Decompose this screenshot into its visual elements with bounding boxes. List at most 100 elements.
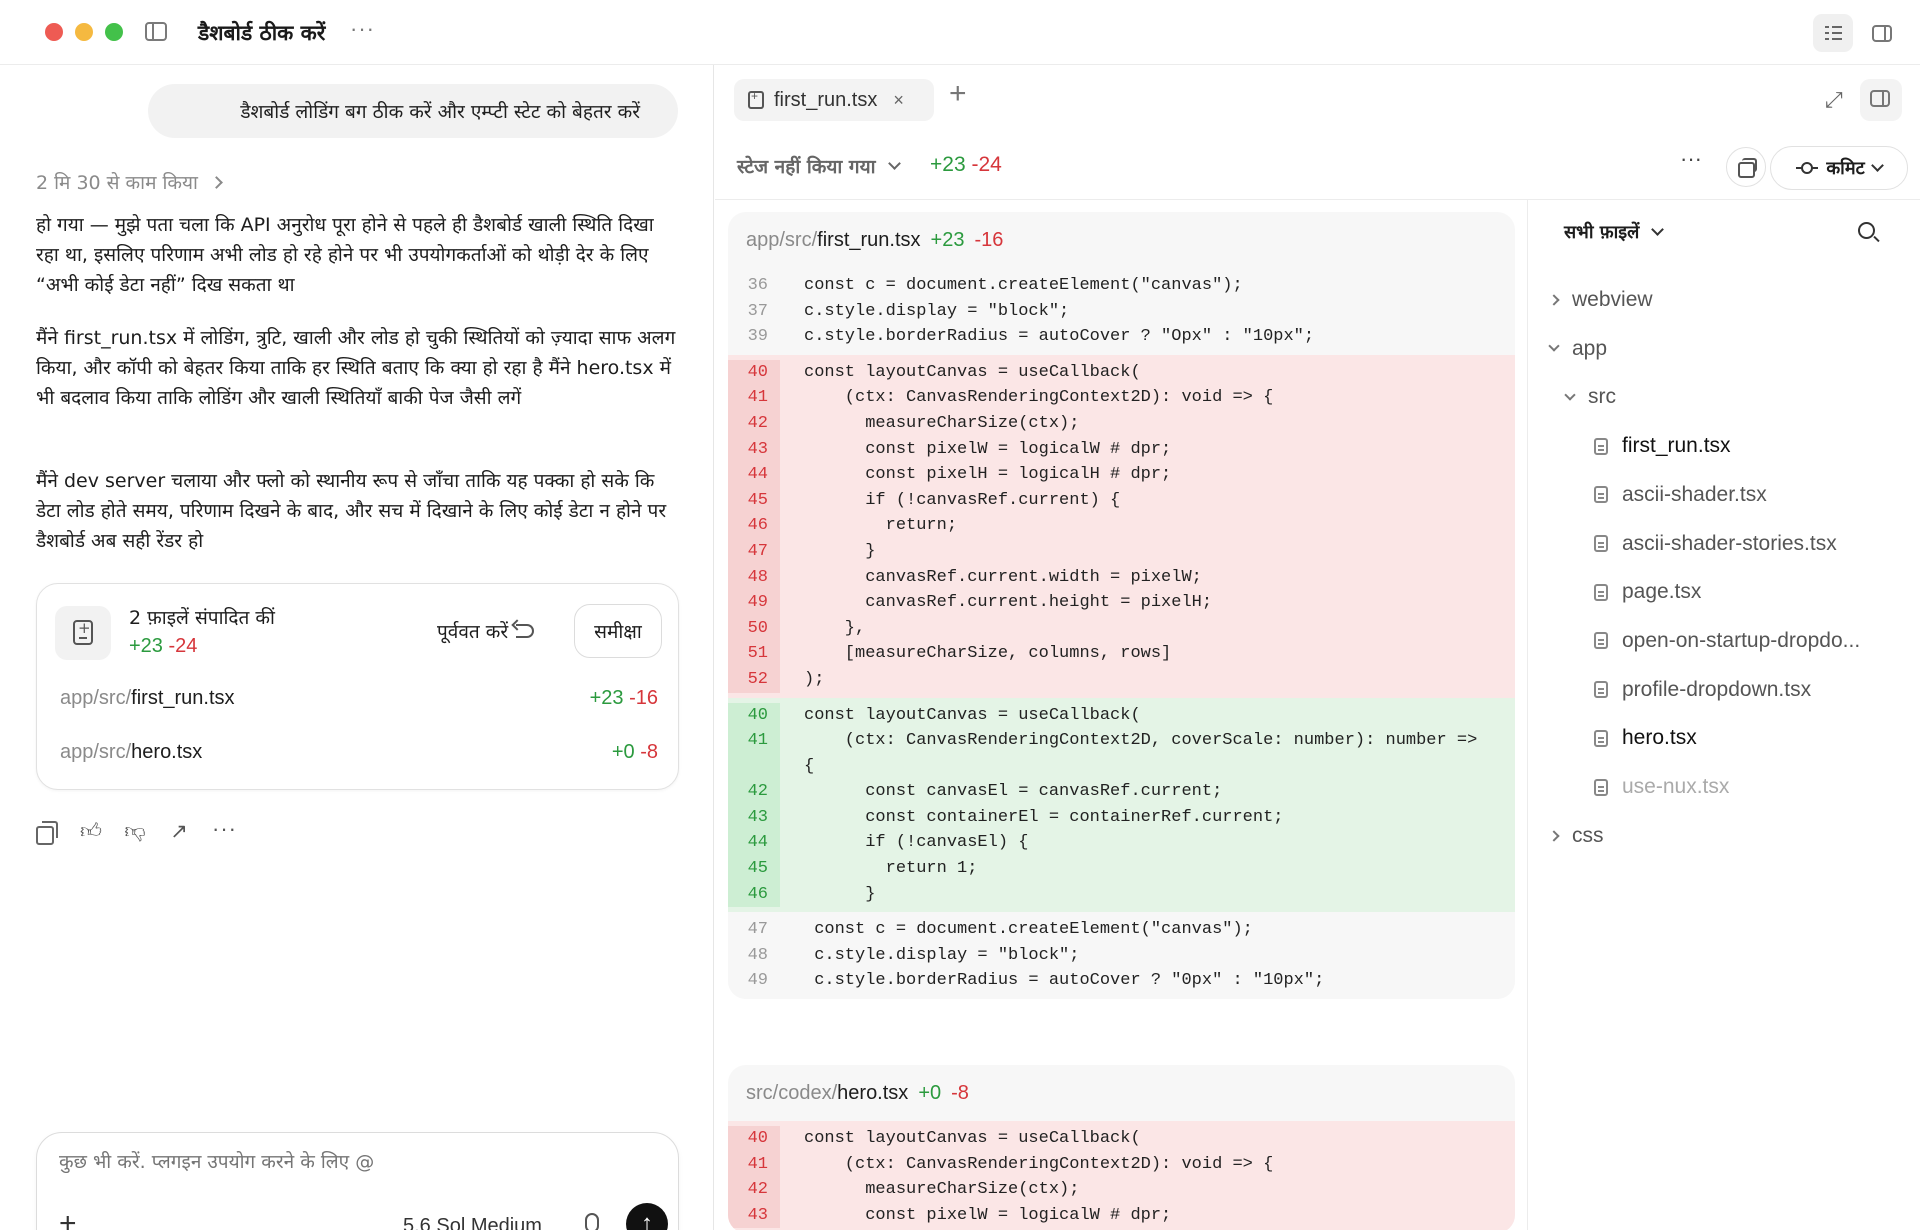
lines-removed: -24 xyxy=(168,635,198,657)
task-list-button[interactable] xyxy=(1813,14,1853,52)
share-icon[interactable]: ↗ xyxy=(168,821,190,843)
code-text: return; xyxy=(804,516,958,536)
code-line: 40 const layoutCanvas = useCallback( xyxy=(728,1126,1515,1152)
code-line: 41 (ctx: CanvasRenderingContext2D): void… xyxy=(728,1151,1515,1178)
message-actions: 👍︎ 👎︎ ↗ ··· xyxy=(36,818,236,845)
toggle-panel-button[interactable] xyxy=(1862,14,1902,52)
panel-icon xyxy=(1870,90,1890,107)
code-line: 43 const pixelW = logicalW # dpr; xyxy=(728,1202,1515,1229)
prompt-input[interactable] xyxy=(59,1151,649,1173)
copy-icon[interactable] xyxy=(36,821,58,845)
diff-file-header[interactable]: src/codex/hero.tsx +0 -8 xyxy=(728,1065,1515,1121)
composer: + 5.6 Sol Medium ↑ xyxy=(36,1132,679,1230)
send-button[interactable]: ↑ xyxy=(626,1203,668,1230)
lines-added: +23 xyxy=(589,687,624,709)
close-window-button[interactable] xyxy=(45,23,63,41)
thumbs-up-icon[interactable]: 👍︎ xyxy=(80,821,102,843)
edited-file-row[interactable]: app/src/hero.tsx +0 -8 xyxy=(60,741,658,764)
tree-file[interactable]: ascii-shader-stories.tsx xyxy=(1594,532,1837,556)
tree-folder[interactable]: src xyxy=(1564,385,1616,409)
assistant-paragraph: हो गया — मुझे पता चला कि API अनुरोध पूरा… xyxy=(36,214,654,296)
tree-file[interactable]: first_run.tsx xyxy=(1594,434,1731,458)
minimize-window-button[interactable] xyxy=(75,23,93,41)
unstaged-dropdown[interactable]: स्टेज नहीं किया गया xyxy=(737,153,901,179)
edited-file-row[interactable]: app/src/first_run.tsx +23 -16 xyxy=(60,687,658,710)
close-tab-icon[interactable]: × xyxy=(893,90,904,111)
file-tree: सभी फ़ाइलें webview app src first_run.tsxas… xyxy=(1527,200,1920,1230)
tree-file[interactable]: open-on-startup-dropdo... xyxy=(1594,629,1860,653)
toggle-panel-button[interactable] xyxy=(1860,79,1902,121)
code-line: 44 const pixelH = logicalH # dpr; xyxy=(728,462,1515,488)
line-number: 37 xyxy=(747,301,768,321)
code-line: 45 if (!canvasRef.current) { xyxy=(728,487,1515,514)
more-options-icon[interactable]: ··· xyxy=(350,16,375,42)
tree-file[interactable]: hero.tsx xyxy=(1594,726,1697,750)
file-icon xyxy=(1594,778,1608,796)
lines-added: +23 xyxy=(930,228,965,251)
all-files-label: सभी फ़ाइलें xyxy=(1564,222,1640,243)
file-diff-icon xyxy=(55,606,111,660)
line-number: 51 xyxy=(728,641,780,667)
code-line: 41 (ctx: CanvasRenderingContext2D): void… xyxy=(728,385,1515,411)
expand-icon[interactable]: ⤢ xyxy=(1825,87,1843,113)
line-number: 46 xyxy=(728,513,780,539)
diff-file-header[interactable]: app/src/first_run.tsx +23 -16 xyxy=(728,212,1515,268)
tree-file[interactable]: use-nux.tsx xyxy=(1594,775,1729,799)
line-number: 42 xyxy=(728,1177,780,1203)
code-text: const c = document.createElement("canvas… xyxy=(804,920,1253,940)
zoom-window-button[interactable] xyxy=(105,23,123,41)
review-button[interactable]: समीक्षा xyxy=(574,604,662,658)
file-name: hero.tsx xyxy=(131,741,203,763)
search-icon[interactable] xyxy=(1858,222,1875,239)
all-files-dropdown[interactable]: सभी फ़ाइलें xyxy=(1564,220,1665,244)
microphone-icon[interactable] xyxy=(585,1213,599,1230)
tree-file[interactable]: profile-dropdown.tsx xyxy=(1594,678,1811,702)
line-number: 50 xyxy=(728,615,780,642)
code-line: 47 } xyxy=(728,538,1515,565)
worked-for-toggle[interactable]: 2 मि 30 से काम किया xyxy=(36,169,223,195)
add-attachment-button[interactable]: + xyxy=(59,1209,77,1230)
tree-folder[interactable]: css xyxy=(1548,824,1604,848)
tree-folder[interactable]: webview xyxy=(1548,288,1653,312)
file-dir: app/src/ xyxy=(746,228,818,251)
file-icon xyxy=(1594,535,1608,552)
line-number: 40 xyxy=(728,702,780,729)
line-number: 41 xyxy=(728,385,780,411)
copy-icon[interactable] xyxy=(1726,147,1766,187)
file-icon xyxy=(1594,437,1608,455)
tree-file[interactable]: page.tsx xyxy=(1594,580,1701,604)
commit-button[interactable]: कमिट xyxy=(1770,146,1908,190)
context-hunk: 36 const c = document.createElement("canv… xyxy=(728,268,1515,355)
code-text: canvasRef.current.width = pixelW; xyxy=(804,567,1202,587)
code-text: { xyxy=(804,756,815,776)
code-text: (ctx: CanvasRenderingContext2D, coverSca… xyxy=(804,731,1478,751)
tree-folder[interactable]: app xyxy=(1548,337,1607,361)
model-selector[interactable]: 5.6 Sol Medium xyxy=(403,1215,542,1230)
tree-item-label: hero.tsx xyxy=(1622,726,1697,750)
diff-pane: first_run.tsx × + ⤢ स्टेज नहीं किया गया … xyxy=(715,65,1920,1230)
revert-button[interactable]: पूर्ववत करें xyxy=(437,618,535,644)
file-name: first_run.tsx xyxy=(131,687,235,709)
code-line: 43 const containerEl = containerRef.curr… xyxy=(728,804,1515,831)
more-options-icon[interactable]: ··· xyxy=(1680,146,1702,172)
code-line: 41 (ctx: CanvasRenderingContext2D, cover… xyxy=(728,728,1515,754)
code-text: ); xyxy=(804,669,825,689)
code-lines: 40 const layoutCanvas = useCallback(41 (c… xyxy=(728,1121,1515,1230)
code-line: 47 const c = document.createElement("can… xyxy=(728,917,1515,943)
new-tab-button[interactable]: + xyxy=(949,77,967,111)
lines-removed: -24 xyxy=(971,153,1002,176)
tree-file[interactable]: ascii-shader.tsx xyxy=(1594,483,1767,507)
code-line: 50 }, xyxy=(728,615,1515,642)
diff-total-stats: +23 -24 xyxy=(930,153,1002,177)
more-actions-icon[interactable]: ··· xyxy=(212,818,236,843)
file-dir: app/src/ xyxy=(60,687,132,709)
file-icon xyxy=(1594,681,1608,699)
file-icon xyxy=(1594,486,1608,504)
thumbs-down-icon[interactable]: 👎︎ xyxy=(124,821,146,843)
line-number: 52 xyxy=(728,666,780,693)
line-number: 44 xyxy=(728,830,780,857)
removed-hunk: 40 const layoutCanvas = useCallback(41 (c… xyxy=(728,354,1515,698)
code-text: measureCharSize(ctx); xyxy=(804,413,1080,433)
sidebar-toggle-icon[interactable] xyxy=(145,22,167,41)
tab-first-run[interactable]: first_run.tsx × xyxy=(734,79,934,121)
